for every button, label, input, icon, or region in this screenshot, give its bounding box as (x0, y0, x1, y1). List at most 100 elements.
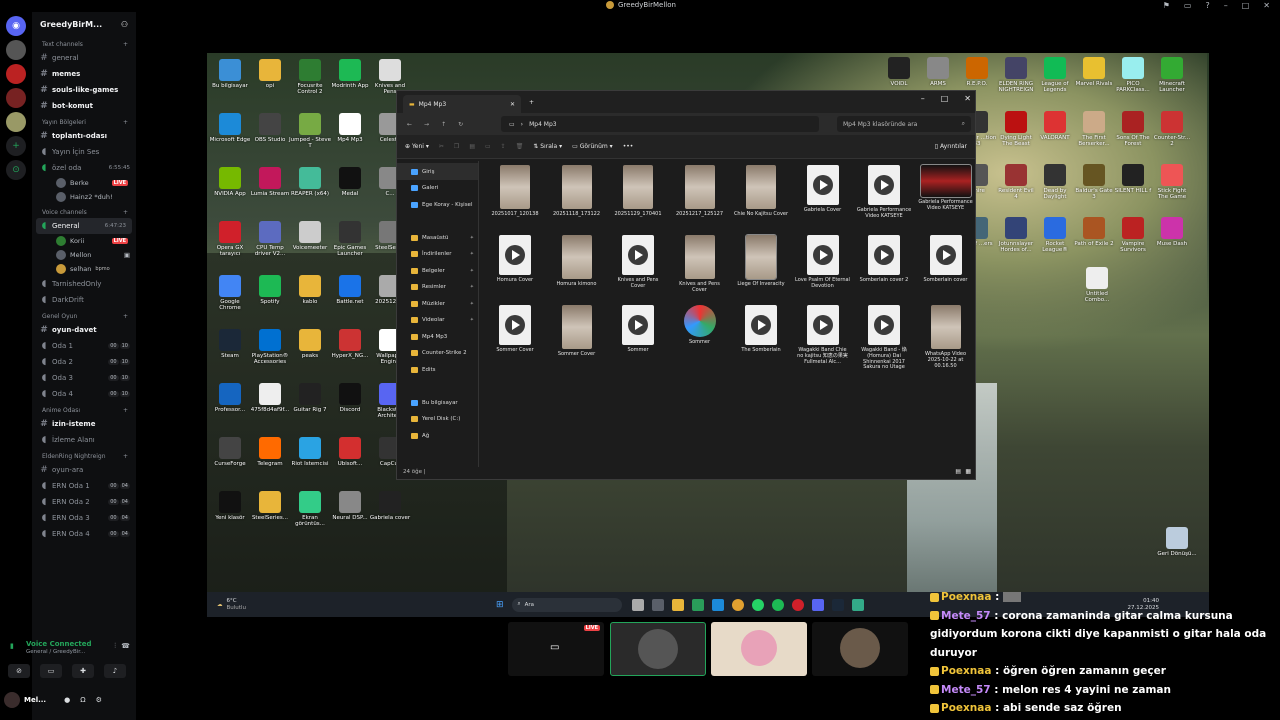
desktop-icon[interactable]: R.E.P.O. (957, 57, 997, 87)
new-button[interactable]: ⊕ Yeni ▾ (405, 143, 429, 150)
channel-oda4[interactable]: ◖ Oda 4 00 10 (32, 386, 136, 402)
screen-icon[interactable]: ▭ (1184, 1, 1192, 10)
desktop-icon[interactable]: Path of Exile 2 (1074, 217, 1114, 247)
desktop-icon[interactable]: Rocket League® (1035, 217, 1075, 253)
xbox-icon[interactable] (691, 598, 704, 611)
taskbar-search[interactable]: ⌕ Ara (511, 597, 622, 612)
desktop-icon[interactable]: Sons Of The Forest (1113, 111, 1153, 147)
discord-home-icon[interactable]: ◉ (6, 16, 26, 36)
server-icon-2[interactable] (6, 64, 26, 84)
file-item[interactable]: Sommer Cover (549, 305, 605, 358)
channel-oyun-davet[interactable]: # oyun-davet (32, 322, 136, 338)
discord-icon[interactable] (811, 598, 824, 611)
channel-oyun-ara[interactable]: # oyun-ara (32, 462, 136, 478)
channel-ozel-oda[interactable]: ◖ özel oda 6:55:45 (32, 160, 136, 176)
channel-ern2[interactable]: ◖ ERN Oda 2 00 04 (32, 494, 136, 510)
screen-share-icon[interactable]: ▭ (40, 664, 62, 678)
participant-tile-2[interactable] (610, 622, 706, 676)
server-icon-1[interactable] (6, 40, 26, 60)
desktop-icon[interactable]: Dead by Daylight (1035, 164, 1075, 200)
rename-icon[interactable]: ▭ (485, 143, 491, 150)
desktop-icon[interactable]: SteelSeries... (249, 491, 291, 521)
nav-item[interactable]: Ağ (397, 427, 478, 444)
desktop-icon[interactable]: Lumia Stream (249, 167, 291, 197)
desktop-icon[interactable]: Ubisoft... (329, 437, 371, 467)
help-icon[interactable]: ? (1205, 1, 1209, 10)
channel-izin-isteme[interactable]: # izin-isteme (32, 416, 136, 432)
file-item[interactable]: Knives and Pens Cover (672, 235, 728, 294)
file-item[interactable]: Gabriela Performance Video KATSEYE (856, 165, 912, 220)
desktop-icon[interactable]: Stick Fight The Game (1152, 164, 1192, 200)
share-icon[interactable]: ⇪ (501, 143, 506, 150)
file-item[interactable]: The Somberlain (733, 305, 789, 354)
desktop-icon[interactable]: Muse Dash (1152, 217, 1192, 247)
paste-icon[interactable]: ▤ (469, 143, 475, 150)
start-icon[interactable]: ⊞ (496, 600, 504, 610)
voice-user-selhan[interactable]: selhan bpmo (32, 262, 136, 276)
desktop-icon[interactable]: Opera GX tarayıcı (209, 221, 251, 257)
refresh-icon[interactable]: ↻ (458, 121, 463, 128)
desktop-icon[interactable]: The First Berserker... (1074, 111, 1114, 147)
desktop-icon[interactable]: Riot Istemcisi (289, 437, 331, 467)
desktop-icon[interactable]: Medal (329, 167, 371, 197)
desktop-icon[interactable]: Guitar Rig 7 (289, 383, 331, 413)
explorer-tab[interactable]: ▬ Mp4 Mp3 ✕ (403, 95, 521, 113)
nav-item[interactable]: Counter-Strike 2 (397, 345, 478, 362)
participant-tile-3[interactable] (711, 622, 807, 676)
path-input[interactable]: ▭ › Mp4 Mp3 (501, 116, 819, 132)
file-item[interactable]: Somberlain cover 2 (856, 235, 912, 284)
category-yayin[interactable]: Yayın Bölgeleri + (32, 114, 136, 128)
desktop-icon[interactable]: Dying Light The Beast (996, 111, 1036, 147)
voice-user-hainz[interactable]: Hainz2 *duh! (32, 190, 136, 204)
chrome-icon[interactable] (731, 598, 744, 611)
camera-off-icon[interactable]: ⊘ (8, 664, 30, 678)
category-genel-oyun[interactable]: Genel Oyun + (32, 308, 136, 322)
nav-item[interactable]: Yerel Disk (C:) (397, 411, 478, 428)
desktop-icon[interactable]: kablo (289, 275, 331, 305)
settings-icon[interactable]: ⚙ (96, 696, 102, 704)
file-item[interactable]: Gabriela Cover (795, 165, 851, 214)
desktop-icon[interactable]: Discord (329, 383, 371, 413)
voice-user-korii[interactable]: Korii LIVE (32, 234, 136, 248)
file-item[interactable]: Somberlain cover (918, 235, 974, 284)
file-item[interactable]: Knives and Pens Cover (610, 235, 666, 290)
desktop-icon[interactable]: Telegram (249, 437, 291, 467)
nav-item[interactable]: İndirilenler ✦ (397, 246, 478, 263)
file-item[interactable]: Sommer (610, 305, 666, 354)
file-item[interactable]: Sommer Cover (487, 305, 543, 354)
desktop-icon[interactable]: Geri Dönüşü... (1157, 527, 1197, 557)
grid-view-icon[interactable]: ▦ (965, 468, 971, 475)
desktop-icon[interactable]: REAPER (x64) (289, 167, 331, 197)
file-item[interactable]: Liege Of Inveracity (733, 234, 789, 288)
channel-yayin-ses[interactable]: ◖ Yayın İçin Ses (32, 144, 136, 160)
desktop-icon[interactable]: Vampire Survivors (1113, 217, 1153, 253)
sort-button[interactable]: ⇅ Sırala ▾ (533, 143, 562, 150)
soundboard-icon[interactable]: ♪ (104, 664, 126, 678)
desktop-icon[interactable]: Microsoft Edge (209, 113, 251, 143)
file-item[interactable]: Homura Cover (487, 235, 543, 284)
nav-item[interactable]: Müzikler ✦ (397, 295, 478, 312)
list-view-icon[interactable]: ▤ (955, 468, 961, 475)
desktop-icon[interactable]: Bu bilgisayar (209, 59, 251, 89)
opera-icon[interactable] (791, 598, 804, 611)
server-icon-4[interactable] (6, 112, 26, 132)
channel-izleme[interactable]: ◖ İzleme Alanı (32, 432, 136, 448)
file-item[interactable]: Sommer (672, 305, 728, 346)
desktop-icon[interactable]: opi (249, 59, 291, 89)
channel-ern1[interactable]: ◖ ERN Oda 1 00 04 (32, 478, 136, 494)
file-item[interactable]: Homura kimono (549, 235, 605, 288)
nav-item[interactable]: Ege Koray - Kişisel (397, 196, 478, 213)
desktop-icon[interactable]: peaks (289, 329, 331, 359)
desktop-icon[interactable]: League of Legends (1035, 57, 1075, 93)
desktop-icon[interactable]: Untitled Combo... (1077, 267, 1117, 303)
details-button[interactable]: ▯ Ayrıntılar (935, 143, 967, 150)
voice-user-mellon[interactable]: Mellon ▣ (32, 248, 136, 262)
channel-oda3[interactable]: ◖ Oda 3 00 10 (32, 370, 136, 386)
steam-icon[interactable] (831, 598, 844, 611)
search-input[interactable]: Mp4 Mp3 klasöründe ara ⌕ (837, 116, 971, 132)
desktop-icon[interactable]: Professor... (209, 383, 251, 413)
explorer-icon[interactable] (671, 598, 684, 611)
close-tab-icon[interactable]: ✕ (510, 101, 515, 108)
desktop-icon[interactable]: VALORANT (1035, 111, 1075, 141)
file-item[interactable]: 20251129_170401 (610, 165, 666, 218)
